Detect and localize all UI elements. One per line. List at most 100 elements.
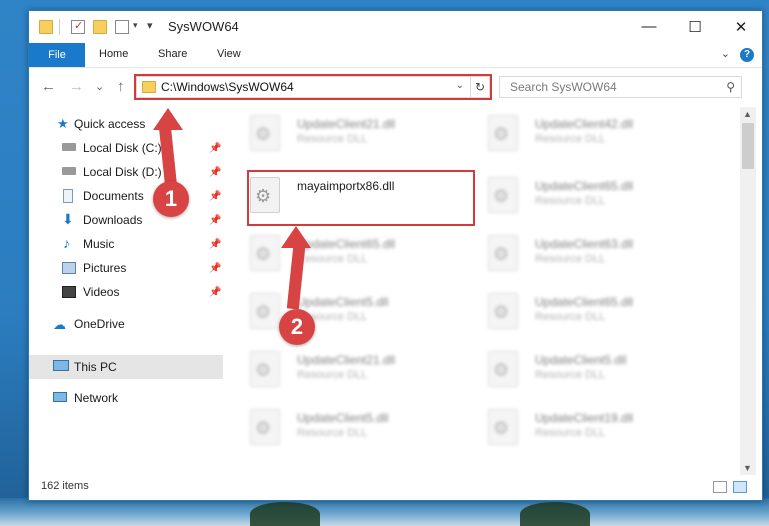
pictures-icon	[62, 262, 76, 274]
dll-file-icon	[488, 351, 518, 387]
help-icon[interactable]: ?	[740, 48, 754, 62]
sidebar-item-music[interactable]: ♪ Music 📌	[29, 233, 223, 255]
scroll-down-icon[interactable]: ▼	[743, 463, 752, 473]
dll-file-icon	[250, 115, 280, 151]
recent-locations-button[interactable]: ⌄	[95, 80, 104, 93]
list-item[interactable]: UpdateClient5.dll Resource DLL	[463, 345, 683, 395]
dll-file-icon	[488, 235, 518, 271]
documents-icon	[63, 189, 73, 203]
arrow-up-icon	[281, 226, 311, 248]
sidebar-item-label: Pictures	[83, 261, 127, 275]
file-type: Resource DLL	[297, 369, 368, 381]
list-item[interactable]: UpdateClient21.dll Resource DLL	[225, 109, 445, 159]
list-item[interactable]: UpdateClient21.dll Resource DLL	[225, 345, 445, 395]
callout-step-1: 1	[153, 181, 189, 217]
sidebar-item-label: Local Disk (D:)	[83, 165, 162, 179]
search-input[interactable]: Search SysWOW64 ⚲	[499, 76, 742, 98]
properties-icon[interactable]: ✓	[71, 20, 85, 34]
file-name: UpdateClient5.dll	[297, 411, 389, 425]
list-item[interactable]: UpdateClient65.dll Resource DLL	[225, 229, 445, 279]
minimize-button[interactable]: —	[626, 11, 672, 42]
drive-icon	[62, 167, 76, 175]
file-type: Resource DLL	[535, 427, 606, 439]
pin-icon[interactable]: 📌	[209, 263, 221, 274]
up-button[interactable]: ↑	[117, 78, 125, 95]
download-icon: ⬇	[62, 211, 74, 227]
dll-file-icon	[488, 293, 518, 329]
file-list: UpdateClient21.dll Resource DLL mayaimpo…	[225, 107, 740, 469]
sidebar-item-videos[interactable]: Videos 📌	[29, 281, 223, 303]
large-icons-view-icon[interactable]	[733, 481, 747, 493]
list-item[interactable]: UpdateClient19.dll Resource DLL	[463, 403, 683, 453]
palm-silhouette	[520, 502, 590, 526]
tab-view[interactable]: View	[217, 48, 241, 60]
list-item[interactable]: UpdateClient5.dll Resource DLL	[225, 403, 445, 453]
chevron-down-icon[interactable]: ▾	[133, 20, 138, 31]
file-name: UpdateClient65.dll	[535, 179, 634, 193]
sidebar-item-label: Quick access	[74, 117, 146, 131]
maximize-button[interactable]: ☐	[672, 11, 718, 42]
sidebar-item-onedrive[interactable]: ☁ OneDrive	[29, 313, 223, 335]
pin-icon[interactable]: 📌	[209, 215, 221, 226]
sidebar-item-this-pc[interactable]: This PC	[29, 355, 223, 379]
back-button[interactable]: ←	[41, 78, 56, 95]
dll-file-icon	[488, 409, 518, 445]
file-name: UpdateClient21.dll	[297, 117, 396, 131]
list-item[interactable]: UpdateClient5.dll Resource DLL	[225, 287, 445, 337]
sidebar-item-local-disk-d[interactable]: Local Disk (D:) 📌	[29, 161, 223, 183]
pin-icon[interactable]: 📌	[209, 287, 221, 298]
close-button[interactable]: ✕	[718, 11, 764, 42]
sidebar-item-network[interactable]: Network	[29, 387, 223, 409]
list-item[interactable]: UpdateClient65.dll Resource DLL	[463, 171, 683, 221]
vertical-scrollbar[interactable]: ▲ ▼	[740, 107, 756, 475]
expand-ribbon-icon[interactable]: ⌄	[721, 47, 730, 60]
file-name: UpdateClient65.dll	[297, 237, 396, 251]
list-item[interactable]: UpdateClient63.dll Resource DLL	[463, 229, 683, 279]
dll-file-icon	[488, 177, 518, 213]
title-bar: ✓ ▾ ▾ SysWOW64 — ☐ ✕	[29, 11, 762, 42]
file-highlight-box	[247, 170, 475, 226]
sidebar-item-label: Local Disk (C:)	[83, 141, 162, 155]
music-icon: ♪	[63, 235, 70, 251]
sidebar-item-label: Documents	[83, 189, 144, 203]
file-name: UpdateClient19.dll	[535, 411, 634, 425]
scroll-up-icon[interactable]: ▲	[743, 109, 752, 119]
list-item[interactable]: UpdateClient65.dll Resource DLL	[463, 287, 683, 337]
details-view-icon[interactable]	[713, 481, 727, 493]
divider	[59, 19, 60, 35]
navigation-bar: ← → ⌄ ↑ C:\Windows\SysWOW64 ⌄ ↻ Search S…	[29, 68, 762, 106]
tab-share[interactable]: Share	[158, 48, 187, 60]
sidebar-item-downloads[interactable]: ⬇ Downloads 📌	[29, 209, 223, 231]
scrollbar-thumb[interactable]	[742, 123, 754, 169]
sidebar-item-pictures[interactable]: Pictures 📌	[29, 257, 223, 279]
star-icon: ★	[57, 116, 69, 131]
file-name: UpdateClient63.dll	[535, 237, 634, 251]
quick-access-dropdown-icon[interactable]: ▾	[147, 19, 153, 32]
address-highlight-box	[134, 74, 492, 100]
file-type: Resource DLL	[535, 369, 606, 381]
tab-home[interactable]: Home	[99, 48, 128, 60]
file-type: Resource DLL	[535, 253, 606, 265]
item-count: 162 items	[41, 480, 89, 492]
list-item[interactable]: UpdateClient42.dll Resource DLL	[463, 109, 683, 159]
search-icon: ⚲	[726, 80, 735, 94]
file-name: UpdateClient42.dll	[535, 117, 634, 131]
palm-silhouette	[250, 502, 320, 526]
pin-icon[interactable]: 📌	[209, 167, 221, 178]
file-type: Resource DLL	[297, 133, 368, 145]
sidebar-item-quick-access[interactable]: ★ Quick access	[29, 113, 223, 135]
window-title: SysWOW64	[168, 19, 239, 34]
customize-toolbar-icon[interactable]	[115, 20, 129, 34]
search-placeholder: Search SysWOW64	[510, 80, 617, 94]
sidebar-item-label: This PC	[74, 360, 117, 374]
new-folder-icon[interactable]	[93, 20, 107, 34]
dll-file-icon	[250, 235, 280, 271]
folder-icon	[39, 20, 53, 34]
tab-file[interactable]: File	[29, 43, 85, 67]
forward-button[interactable]: →	[69, 78, 84, 95]
sidebar-item-local-disk-c[interactable]: Local Disk (C:) 📌	[29, 137, 223, 159]
pin-icon[interactable]: 📌	[209, 191, 221, 202]
sidebar-item-documents[interactable]: Documents 📌	[29, 185, 223, 207]
pin-icon[interactable]: 📌	[209, 143, 221, 154]
pin-icon[interactable]: 📌	[209, 239, 221, 250]
